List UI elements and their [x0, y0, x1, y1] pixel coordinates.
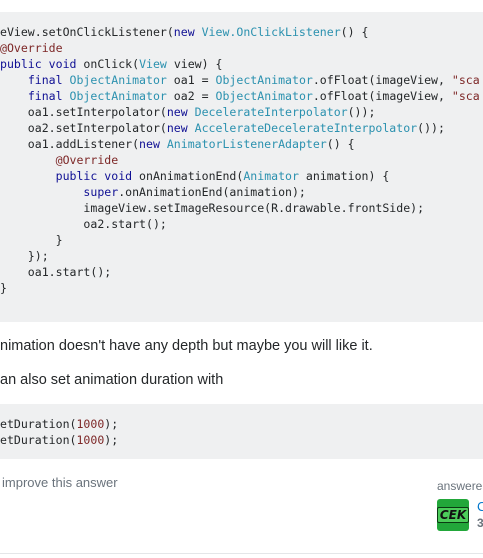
code-block-animation: eView.setOnClickListener(new View.OnClic…	[0, 12, 483, 322]
user-avatar[interactable]: CEK	[436, 499, 470, 531]
code-token: eView.setOnClickListener(	[0, 25, 174, 39]
code-line: @Override	[0, 40, 480, 56]
answered-label: answere	[437, 479, 483, 493]
code-token: new	[166, 105, 188, 119]
code-token: new	[139, 137, 160, 151]
code-token: View.OnClickListener	[201, 25, 341, 39]
code-token: final	[27, 89, 63, 103]
code-token: DecelerateInterpolator	[194, 105, 348, 119]
improve-answer-link[interactable]: improve this answer	[2, 475, 118, 490]
code-line: oa2.start();	[0, 216, 480, 232]
code-token: onAnimationEnd(	[132, 169, 244, 183]
code-token: @Override	[0, 41, 63, 55]
code-token: }	[0, 281, 7, 295]
code-line: @Override	[0, 152, 480, 168]
code-line: });	[0, 248, 480, 264]
code-token: void	[48, 57, 77, 71]
user-name-link[interactable]: C	[477, 499, 483, 514]
code-token: "sca	[451, 73, 480, 87]
code-token: }	[0, 233, 63, 247]
code-token: oa2 =	[166, 89, 216, 103]
divider	[0, 553, 483, 554]
code-line: oa1.start();	[0, 264, 480, 280]
code-token: "sca	[451, 89, 480, 103]
answer-paragraph: an also set animation duration with	[0, 372, 224, 388]
code-token: void	[104, 169, 133, 183]
code-line: final ObjectAnimator oa2 = ObjectAnimato…	[0, 88, 480, 104]
code-line: etDuration(1000);	[0, 416, 118, 432]
code-token: oa2.start();	[0, 217, 167, 231]
code-token: new	[173, 25, 195, 39]
code-token: () {	[326, 137, 355, 151]
code-token: @Override	[55, 153, 119, 167]
code-token: oa2.setInterpolator(	[0, 121, 167, 135]
code-token: public	[55, 169, 98, 183]
code-token: oa1.addListener(	[0, 137, 140, 151]
code-token: ObjectAnimator	[69, 73, 167, 87]
code-token: });	[0, 249, 49, 263]
code-line: }	[0, 280, 480, 296]
code-token: final	[27, 73, 63, 87]
code-token: public	[0, 57, 42, 71]
code-token: etDuration(	[0, 417, 77, 431]
code-token: new	[166, 121, 188, 135]
code-token: Animator	[243, 169, 299, 183]
code-line: oa1.addListener(new AnimatorListenerAdap…	[0, 136, 480, 152]
code-token: onClick(	[76, 57, 140, 71]
code-line: eView.setOnClickListener(new View.OnClic…	[0, 24, 480, 40]
code-token: oa1.setInterpolator(	[0, 105, 167, 119]
user-reputation: 3	[477, 516, 483, 530]
code-token: .ofFloat(imageView,	[312, 73, 452, 87]
code-token: AccelerateDecelerateInterpolator	[194, 121, 418, 135]
code-block-duration: etDuration(1000); etDuration(1000);	[0, 404, 483, 459]
code-token: );	[104, 433, 119, 447]
code-token: animation) {	[298, 169, 390, 183]
code-token: .ofFloat(imageView,	[312, 89, 452, 103]
code-lines: etDuration(1000); etDuration(1000);	[0, 416, 118, 448]
code-token: oa1.start();	[0, 265, 112, 279]
code-token: ObjectAnimator	[215, 89, 313, 103]
code-token: ());	[417, 121, 445, 135]
code-token: View	[139, 57, 167, 71]
code-token: super	[83, 185, 119, 199]
code-token: etDuration(	[0, 433, 77, 447]
code-token: AnimatorListenerAdapter	[166, 137, 327, 151]
code-token: view) {	[166, 57, 223, 71]
code-line: public void onClick(View view) {	[0, 56, 480, 72]
code-line: oa2.setInterpolator(new AccelerateDecele…	[0, 120, 480, 136]
code-line: public void onAnimationEnd(Animator anim…	[0, 168, 480, 184]
code-token: () {	[340, 25, 369, 39]
code-token: imageView.setImageResource(R.drawable.fr…	[0, 201, 425, 215]
code-token: 1000	[76, 417, 105, 431]
code-lines: eView.setOnClickListener(new View.OnClic…	[0, 24, 480, 296]
code-line: oa1.setInterpolator(new DecelerateInterp…	[0, 104, 480, 120]
code-token: 1000	[76, 433, 105, 447]
answer-paragraph: nimation doesn't have any depth but mayb…	[0, 338, 373, 354]
code-token: );	[104, 417, 119, 431]
code-token: ObjectAnimator	[215, 73, 313, 87]
code-line: }	[0, 232, 480, 248]
code-token: oa1 =	[166, 73, 216, 87]
code-token: .onAnimationEnd(animation);	[118, 185, 306, 199]
code-line: imageView.setImageResource(R.drawable.fr…	[0, 200, 480, 216]
code-token: ObjectAnimator	[69, 89, 167, 103]
code-line: super.onAnimationEnd(animation);	[0, 184, 480, 200]
avatar-logo: CEK	[436, 507, 470, 523]
code-line: etDuration(1000);	[0, 432, 118, 448]
code-token: ());	[347, 105, 376, 119]
code-line: final ObjectAnimator oa1 = ObjectAnimato…	[0, 72, 480, 88]
